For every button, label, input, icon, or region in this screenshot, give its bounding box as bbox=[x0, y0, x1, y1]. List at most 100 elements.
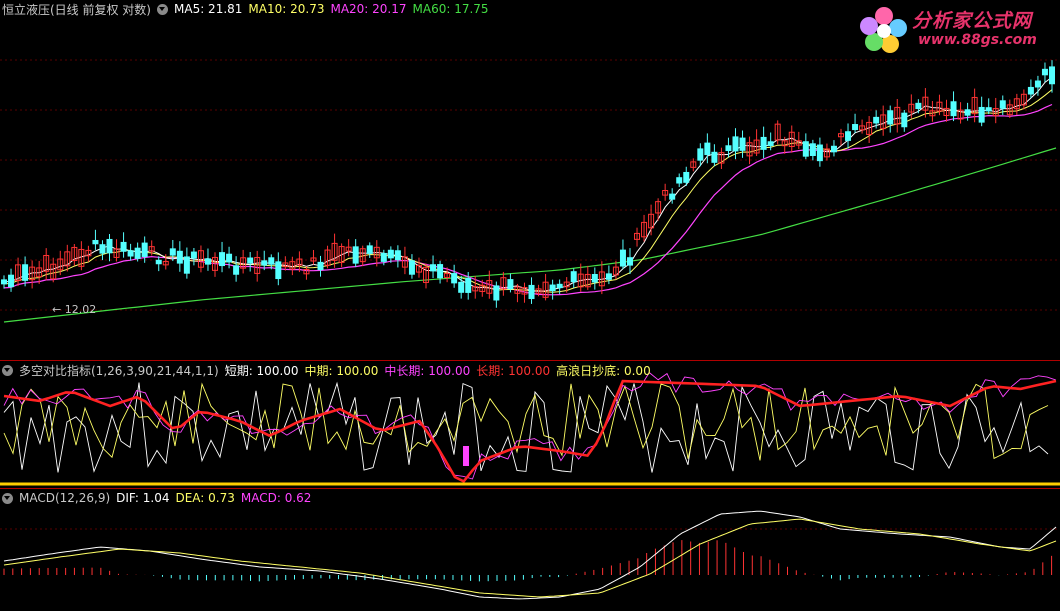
candle-body bbox=[380, 252, 387, 262]
long-value: 长期: 100.00 bbox=[476, 363, 551, 378]
candle-body bbox=[852, 124, 859, 131]
macd-title[interactable]: MACD(12,26,9) bbox=[19, 491, 110, 505]
candle-body bbox=[964, 109, 971, 116]
ma20-value: MA20: 20.17 bbox=[330, 2, 407, 16]
candle-body bbox=[683, 171, 690, 183]
candle-body bbox=[570, 271, 577, 283]
candle-body bbox=[451, 273, 458, 284]
macd-panel[interactable]: MACD(12,26,9) DIF: 1.04 DEA: 0.73 MACD: … bbox=[0, 489, 1060, 611]
candle-body bbox=[465, 277, 472, 293]
candle-body bbox=[760, 136, 767, 150]
candle-body bbox=[261, 260, 268, 266]
indicator-chart[interactable] bbox=[0, 361, 1060, 487]
candle-body bbox=[1, 279, 7, 285]
bottom-value: 高浪日抄底: 0.00 bbox=[556, 363, 651, 378]
candle-body bbox=[669, 193, 676, 200]
candle-body bbox=[985, 107, 992, 112]
candle-body bbox=[1034, 80, 1041, 88]
candle-body bbox=[887, 110, 894, 125]
candle-body bbox=[507, 279, 514, 290]
candle-body bbox=[204, 258, 211, 265]
dea-line bbox=[3, 518, 1057, 598]
candle-body bbox=[626, 257, 633, 266]
candle-body bbox=[739, 137, 746, 151]
candle-body bbox=[99, 244, 106, 254]
candle-body bbox=[247, 257, 254, 264]
candle-body bbox=[950, 101, 957, 117]
midlong-value: 中长期: 100.00 bbox=[384, 363, 471, 378]
kline-panel[interactable]: 恒立液压(日线 前复权 对数) MA5: 21.81 MA10: 20.73 M… bbox=[0, 0, 1060, 360]
indicator-panel[interactable]: 多空对比指标(1,26,3,90,21,44,1,1) 短期: 100.00 中… bbox=[0, 361, 1060, 487]
candle-body bbox=[999, 100, 1006, 109]
watermark-title: 分析家公式网 bbox=[912, 10, 1033, 32]
candle-body bbox=[394, 250, 401, 261]
candle-body bbox=[901, 112, 908, 128]
candle-body bbox=[120, 241, 127, 252]
candle-body bbox=[697, 148, 704, 161]
candle-body bbox=[352, 246, 359, 264]
candle-body bbox=[127, 250, 134, 257]
min-price-value: 12.02 bbox=[64, 303, 97, 316]
candle-body bbox=[493, 285, 500, 301]
candle-body bbox=[437, 264, 444, 279]
candle-body bbox=[366, 245, 373, 254]
candle-body bbox=[873, 116, 880, 124]
long-term-line bbox=[3, 379, 1057, 484]
candle-body bbox=[767, 141, 774, 147]
indicator-header: 多空对比指标(1,26,3,90,21,44,1,1) 短期: 100.00 中… bbox=[0, 361, 1060, 379]
candle-body bbox=[556, 283, 563, 289]
candle-body bbox=[458, 281, 465, 293]
chevron-down-icon[interactable] bbox=[2, 492, 13, 504]
ma10-value: MA10: 20.73 bbox=[248, 2, 325, 16]
candle-body bbox=[190, 251, 197, 259]
indicator-title[interactable]: 多空对比指标(1,26,3,90,21,44,1,1) bbox=[19, 362, 219, 379]
candle-body bbox=[830, 145, 837, 153]
candle-body bbox=[915, 102, 922, 110]
candle-body bbox=[106, 238, 113, 254]
candle-body bbox=[226, 253, 233, 263]
candle-body bbox=[676, 177, 683, 184]
dif-value: DIF: 1.04 bbox=[116, 491, 170, 505]
watermark-logo: 分析家公式网 www.88gs.com bbox=[856, 2, 1054, 56]
dea-value: DEA: 0.73 bbox=[175, 491, 235, 505]
short-value: 短期: 100.00 bbox=[224, 363, 299, 378]
candle-body bbox=[725, 145, 732, 152]
candle-body bbox=[8, 274, 15, 288]
candle-body bbox=[219, 252, 226, 267]
candle-body bbox=[711, 151, 718, 163]
candle-body bbox=[22, 264, 29, 281]
candle-body bbox=[802, 141, 809, 157]
candle-body bbox=[183, 256, 190, 274]
dif-line bbox=[3, 510, 1057, 600]
chevron-down-icon[interactable] bbox=[157, 3, 168, 15]
candle-body bbox=[549, 284, 556, 292]
bottom-signal-bar bbox=[463, 446, 469, 466]
macd-chart[interactable] bbox=[0, 489, 1060, 611]
candle-body bbox=[1027, 86, 1034, 95]
candle-body bbox=[619, 249, 626, 267]
mid-value: 中期: 100.00 bbox=[304, 363, 379, 378]
candle-body bbox=[528, 284, 535, 300]
candle-body bbox=[155, 259, 162, 265]
candle-body bbox=[816, 144, 823, 162]
candle-body bbox=[845, 131, 852, 141]
candle-body bbox=[591, 273, 598, 283]
candle-body bbox=[809, 143, 816, 156]
candle-body bbox=[275, 261, 282, 280]
macd-header: MACD(12,26,9) DIF: 1.04 DEA: 0.73 MACD: … bbox=[0, 489, 1060, 507]
candle-body bbox=[704, 142, 711, 156]
candle-body bbox=[430, 264, 437, 272]
chevron-down-icon[interactable] bbox=[2, 364, 13, 376]
candle-body bbox=[978, 106, 985, 123]
candle-body bbox=[387, 249, 394, 259]
candle-body bbox=[233, 265, 240, 275]
candle-body bbox=[134, 247, 141, 259]
candle-body bbox=[317, 261, 324, 271]
ma60-value: MA60: 17.75 bbox=[412, 2, 489, 16]
candle-body bbox=[169, 248, 176, 256]
candle-body bbox=[605, 273, 612, 280]
candle-body bbox=[92, 239, 99, 245]
candle-body bbox=[408, 260, 415, 275]
candle-body bbox=[141, 242, 148, 257]
kline-title[interactable]: 恒立液压(日线 前复权 对数) bbox=[2, 1, 151, 18]
